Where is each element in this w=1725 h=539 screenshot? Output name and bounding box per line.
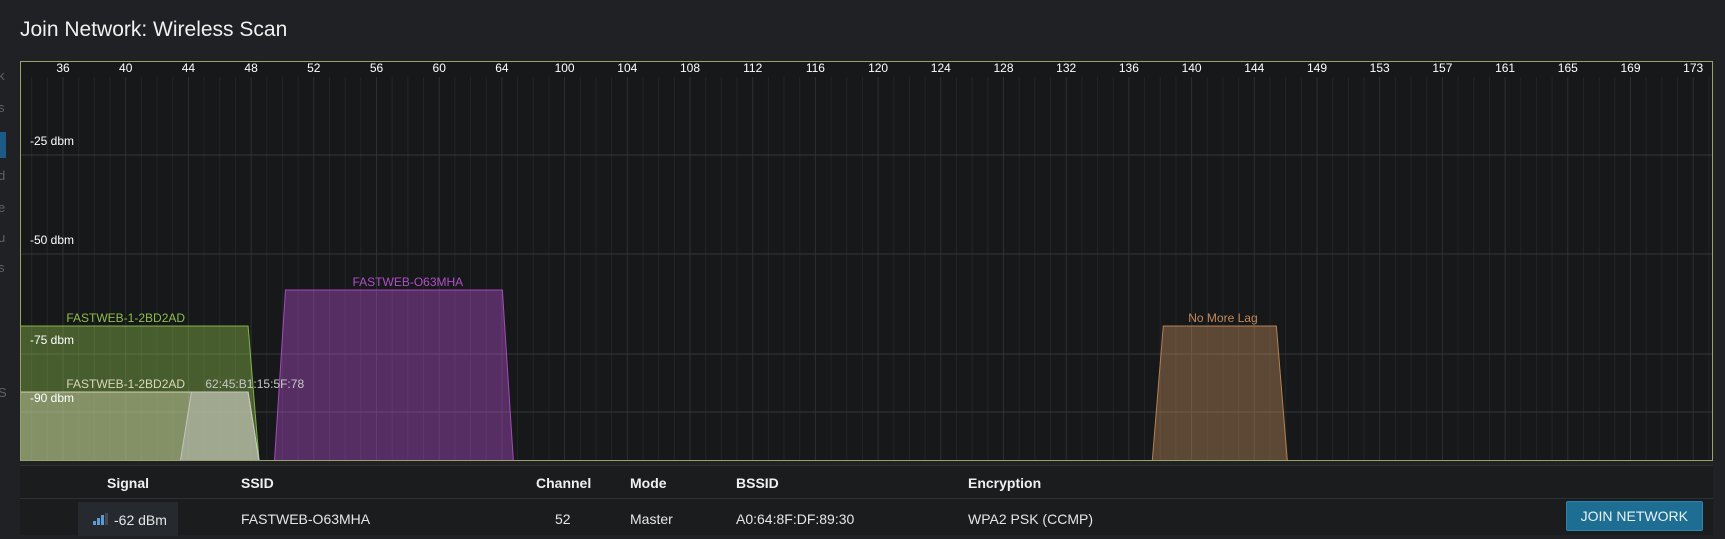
join-network-button[interactable]: JOIN NETWORK	[1565, 501, 1703, 531]
channel-tick-label: 40	[119, 62, 133, 75]
channel-tick-label: 165	[1558, 62, 1578, 75]
channel-tick-label: 173	[1683, 62, 1703, 75]
header-bssid[interactable]: BSSID	[736, 475, 779, 491]
channel-tick-label: 48	[244, 62, 258, 75]
table-header-row: Signal SSID Channel Mode BSSID Encryptio…	[20, 466, 1713, 499]
signal-strength: -62 dBm	[78, 502, 178, 536]
channel-tick-label: 116	[806, 62, 825, 75]
sidebar-ghost-letter: S	[0, 385, 7, 400]
channel-tick-label: 64	[495, 62, 509, 75]
channel-tick-label: 52	[307, 62, 321, 75]
sidebar-ghost-letter: k	[0, 68, 5, 83]
row-bssid: A0:64:8F:DF:89:30	[736, 511, 855, 527]
channel-tick-label: 120	[868, 62, 888, 75]
channel-tick-label: 44	[182, 62, 196, 75]
network-label: FASTWEB-1-2BD2AD	[66, 377, 185, 391]
dbm-axis-label: -25 dbm	[30, 134, 74, 148]
sidebar-ghost-letter: u	[0, 230, 6, 245]
channel-tick-label: 149	[1307, 62, 1327, 75]
header-mode[interactable]: Mode	[630, 475, 667, 491]
page-title: Join Network: Wireless Scan	[20, 18, 288, 41]
dbm-axis-label: -75 dbm	[30, 333, 74, 347]
row-ssid: FASTWEB-O63MHA	[241, 511, 371, 527]
channel-tick-label: 112	[743, 62, 762, 75]
row-channel: 52	[555, 511, 571, 527]
network-signal-area	[1151, 325, 1288, 460]
sidebar-active-indicator	[0, 132, 6, 158]
sidebar-ghost-letter: s	[0, 100, 5, 115]
channel-tick-label: 124	[931, 62, 951, 75]
sidebar-remnant: k s d e u s S	[0, 0, 8, 535]
channel-tick-label: 153	[1370, 62, 1390, 75]
channel-tick-label: 60	[433, 62, 447, 75]
sidebar-ghost-letter: e	[0, 200, 6, 215]
network-label: 62:45:B1:15:5F:78	[205, 377, 304, 391]
channel-tick-label: 56	[370, 62, 384, 75]
channel-tick-label: 140	[1182, 62, 1202, 75]
channel-tick-label: 136	[1119, 62, 1139, 75]
network-label: FASTWEB-1-2BD2AD	[66, 311, 185, 325]
header-encryption[interactable]: Encryption	[968, 475, 1041, 491]
row-encryption: WPA2 PSK (CCMP)	[968, 511, 1093, 527]
network-signal-area	[180, 391, 260, 460]
header-channel[interactable]: Channel	[536, 475, 591, 491]
channel-tick-label: 132	[1056, 62, 1076, 75]
channel-tick-label: 104	[617, 62, 637, 75]
channel-tick-label: 108	[680, 62, 700, 75]
network-signal-area	[274, 289, 514, 460]
network-table: Signal SSID Channel Mode BSSID Encryptio…	[20, 465, 1713, 536]
dbm-axis-label: -50 dbm	[30, 233, 74, 247]
channel-tick-label: 36	[56, 62, 70, 75]
signal-value: -62 dBm	[114, 512, 167, 528]
channel-tick-label: 100	[555, 62, 575, 75]
network-label: No More Lag	[1188, 311, 1257, 325]
channel-tick-label: 144	[1244, 62, 1264, 75]
row-mode: Master	[630, 511, 673, 527]
channel-tick-label: 169	[1620, 62, 1640, 75]
channel-tick-label: 161	[1495, 62, 1515, 75]
channel-tick-label: 157	[1432, 62, 1452, 75]
header-ssid[interactable]: SSID	[241, 475, 274, 491]
dbm-axis-label: -90 dbm	[30, 391, 74, 405]
sidebar-ghost-letter: s	[0, 260, 5, 275]
table-row: -62 dBm FASTWEB-O63MHA 52 Master A0:64:8…	[20, 499, 1713, 539]
wireless-channel-chart: 36 40 44 48 52 56 60 64 100 104 108 112 116 120 124 128…	[20, 61, 1713, 461]
sidebar-ghost-letter: d	[0, 168, 6, 183]
header-signal[interactable]: Signal	[107, 475, 149, 491]
network-label: FASTWEB-O63MHA	[353, 275, 464, 289]
signal-bars-icon	[93, 513, 109, 525]
channel-tick-label: 128	[993, 62, 1013, 75]
channel-chart-svg: 36 40 44 48 52 56 60 64 100 104 108 112 116 120 124 128…	[21, 62, 1712, 460]
